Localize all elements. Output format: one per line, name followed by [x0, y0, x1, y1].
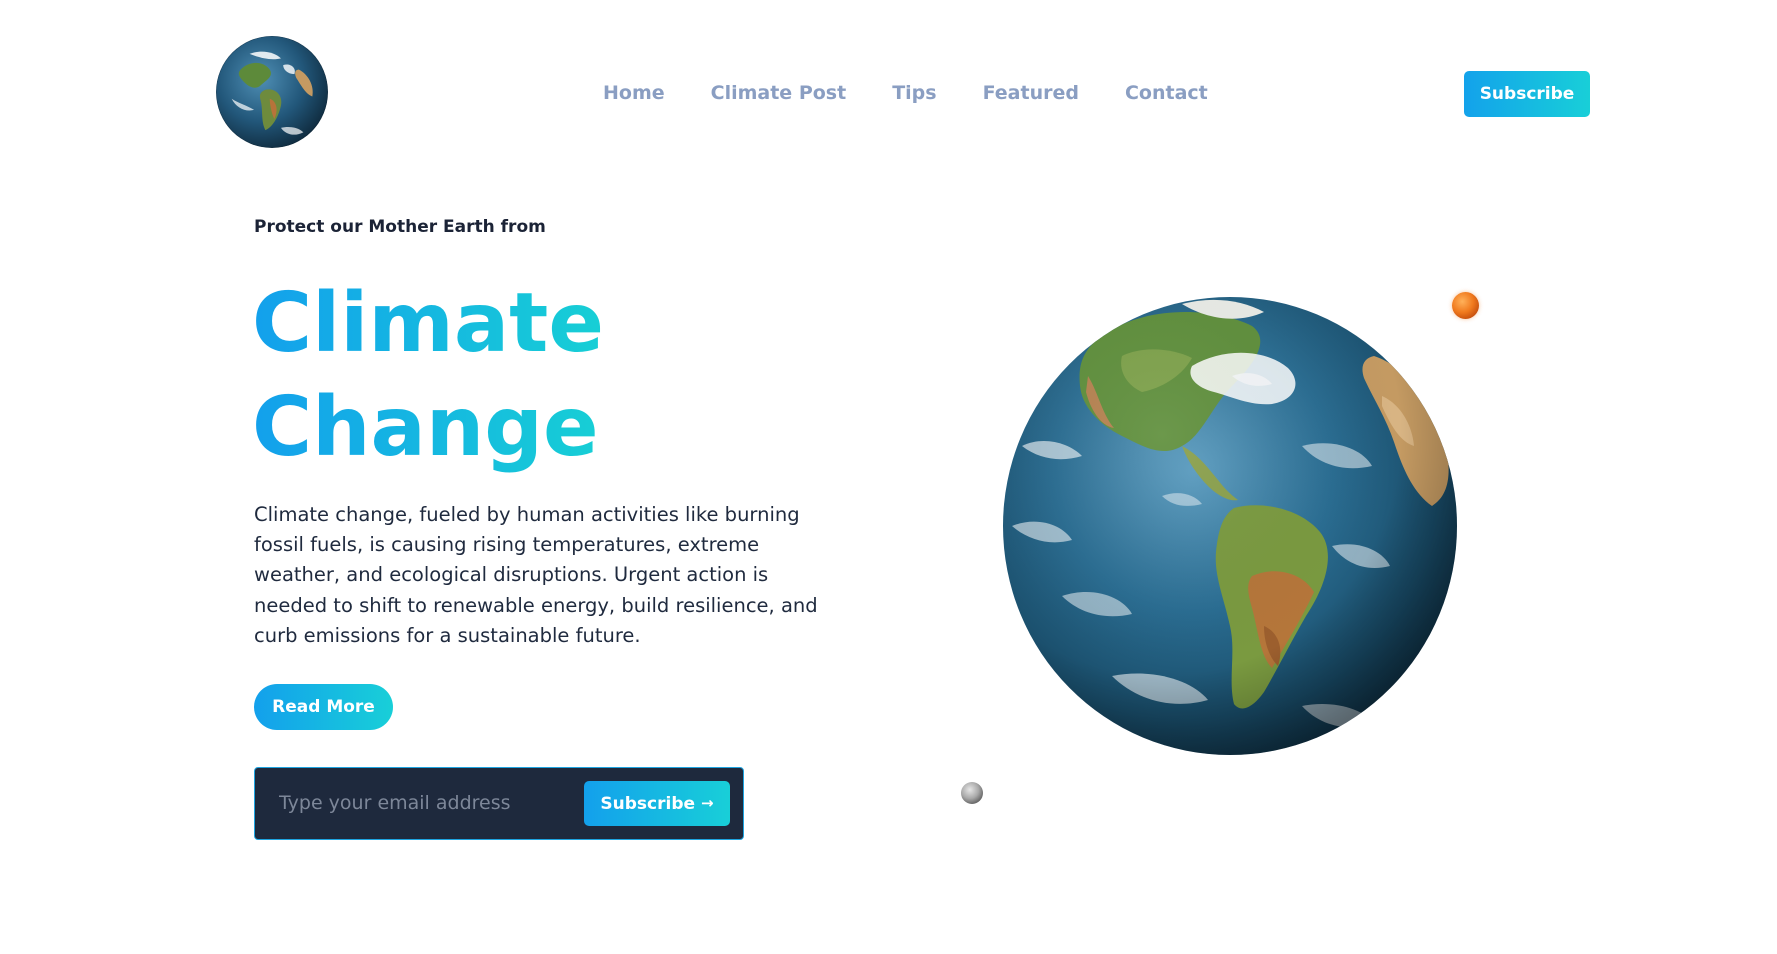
- hero-eyebrow: Protect our Mother Earth from: [254, 217, 546, 237]
- email-input[interactable]: [271, 782, 571, 824]
- landing-page: Home Climate Post Tips Featured Contact …: [0, 0, 1777, 954]
- email-subscribe-button[interactable]: Subscribe →: [584, 781, 730, 826]
- email-subscribe-label: Subscribe: [600, 793, 696, 814]
- earth-logo-icon: [216, 36, 328, 148]
- site-logo[interactable]: [216, 36, 328, 148]
- main-nav: Home Climate Post Tips Featured Contact: [603, 78, 1208, 108]
- moon-icon: [961, 782, 983, 804]
- hero-description: Climate change, fueled by human activiti…: [254, 503, 818, 647]
- arrow-right-icon: →: [701, 794, 714, 812]
- nav-home[interactable]: Home: [603, 82, 665, 104]
- nav-contact[interactable]: Contact: [1125, 82, 1208, 104]
- nav-climate-post[interactable]: Climate Post: [711, 82, 847, 104]
- nav-tips[interactable]: Tips: [892, 82, 936, 104]
- email-subscribe-form: Subscribe →: [254, 767, 744, 840]
- hero-title-line-1: Climate: [252, 276, 604, 371]
- header-subscribe-button[interactable]: Subscribe: [1464, 71, 1590, 117]
- earth-globe-icon: [1002, 296, 1458, 756]
- nav-featured[interactable]: Featured: [983, 82, 1079, 104]
- hero-title: Climate Change: [252, 272, 604, 480]
- hero-title-line-2: Change: [252, 380, 599, 475]
- read-more-button[interactable]: Read More: [254, 684, 393, 730]
